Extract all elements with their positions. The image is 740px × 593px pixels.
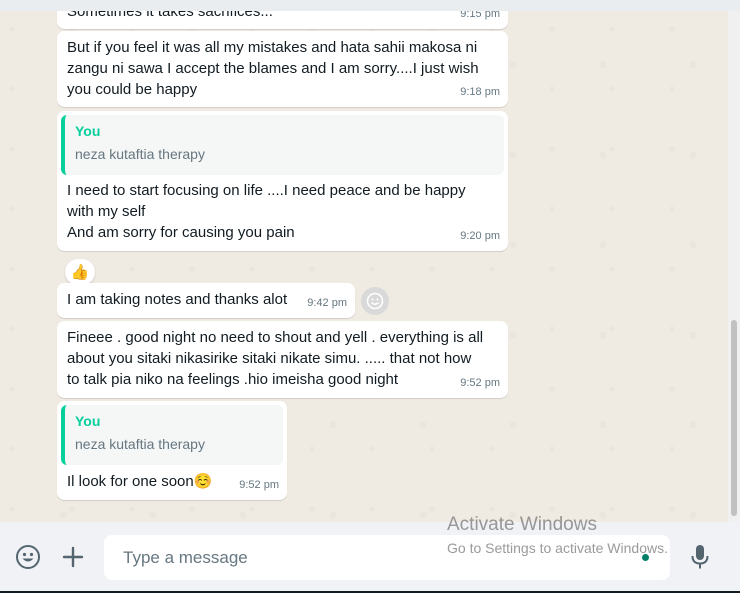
message-bubble[interactable]: Sometimes it takes sacrifices... 9:15 pm xyxy=(57,11,508,29)
message-time: 9:42 pm xyxy=(307,297,347,309)
message-bubble[interactable]: Fineee . good night no need to shout and… xyxy=(57,321,508,398)
activation-watermark-subtitle: Go to Settings to activate Windows. xyxy=(447,540,668,556)
plus-icon xyxy=(62,546,84,568)
quoted-message[interactable]: You neza kutaftia therapy xyxy=(61,115,504,175)
message-time: 9:52 pm xyxy=(239,479,279,491)
quote-author: You xyxy=(75,413,101,429)
voice-button[interactable] xyxy=(688,543,712,571)
quoted-message[interactable]: You neza kutaftia therapy xyxy=(61,405,283,465)
smiley-reaction-icon xyxy=(366,292,384,310)
message-time: 9:20 pm xyxy=(460,230,500,242)
message-text: Fineee . good night no need to shout and… xyxy=(67,329,484,388)
scrollbar-thumb[interactable] xyxy=(731,320,737,516)
thumbs-up-icon: 👍 xyxy=(70,264,90,281)
message-time: 9:52 pm xyxy=(460,377,500,389)
message-bubble-with-reply[interactable]: You neza kutaftia therapy I need to star… xyxy=(57,111,508,251)
emoji-button[interactable] xyxy=(14,543,42,571)
message-time: 9:18 pm xyxy=(460,86,500,98)
message-bubble[interactable]: But if you feel it was all my mistakes a… xyxy=(57,31,508,107)
message-text: But if you feel it was all my mistakes a… xyxy=(67,39,479,98)
emoji-icon xyxy=(16,545,40,569)
thumbs-up-reaction[interactable]: 👍 xyxy=(65,259,95,285)
react-button[interactable] xyxy=(361,287,389,315)
quote-author: You xyxy=(75,123,101,139)
message-bubble[interactable]: I am taking notes and thanks alot 9:42 p… xyxy=(57,283,355,318)
microphone-icon xyxy=(691,545,709,569)
status-dot xyxy=(642,554,649,561)
message-text: Sometimes it takes sacrifices... xyxy=(67,11,273,20)
message-bubble-with-reply[interactable]: You neza kutaftia therapy Il look for on… xyxy=(57,401,287,500)
message-time: 9:15 pm xyxy=(460,11,500,20)
message-list[interactable]: Sometimes it takes sacrifices... 9:15 pm… xyxy=(0,11,728,522)
attach-button[interactable] xyxy=(60,544,86,570)
quote-text: neza kutaftia therapy xyxy=(75,146,205,162)
quote-text: neza kutaftia therapy xyxy=(75,436,205,452)
activation-watermark-title: Activate Windows xyxy=(447,514,597,535)
message-text: I need to start focusing on life ....I n… xyxy=(67,182,466,241)
